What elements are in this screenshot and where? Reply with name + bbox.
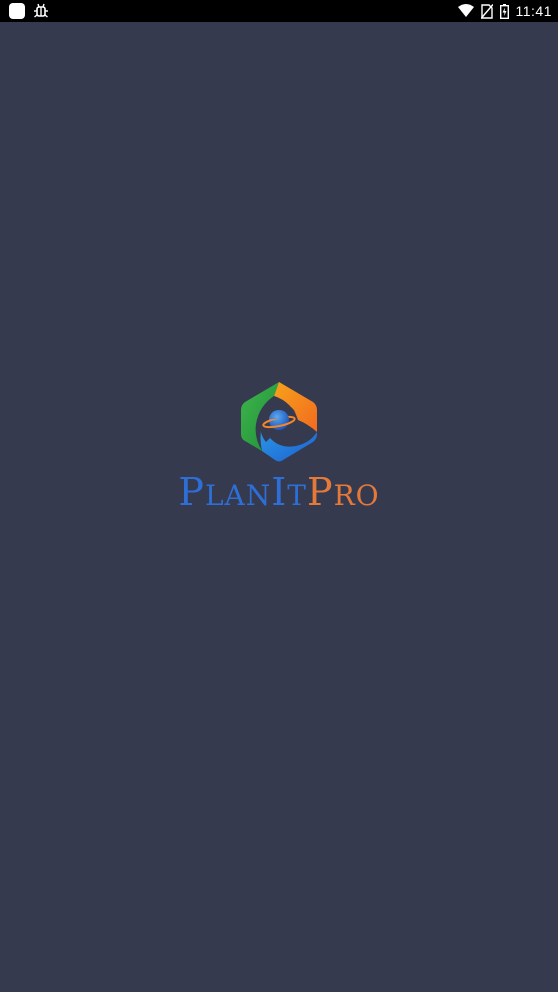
battery-charging-icon [499,3,509,19]
bug-icon [34,3,48,18]
wordmark-plan-cap: P [178,470,205,514]
status-bar-left [9,3,49,19]
planet-hexagon-logo-icon [241,382,317,462]
app-wordmark: P LAN I T P RO [178,473,379,511]
wordmark-it-cap: I [271,470,288,514]
status-bar-right: 11:41 [457,3,553,19]
status-time: 11:41 [515,3,552,19]
splash-content: P LAN I T P RO [0,380,558,511]
status-bar: 11:41 [0,0,558,22]
wordmark-pro-cap: P [306,470,334,514]
wordmark-pro-rest: RO [333,479,380,512]
wifi-icon [457,4,474,17]
wordmark-it-rest: T [287,479,307,512]
no-sim-icon [480,3,493,19]
app-square-icon [9,3,25,19]
wordmark-plan-rest: LAN [204,479,272,512]
